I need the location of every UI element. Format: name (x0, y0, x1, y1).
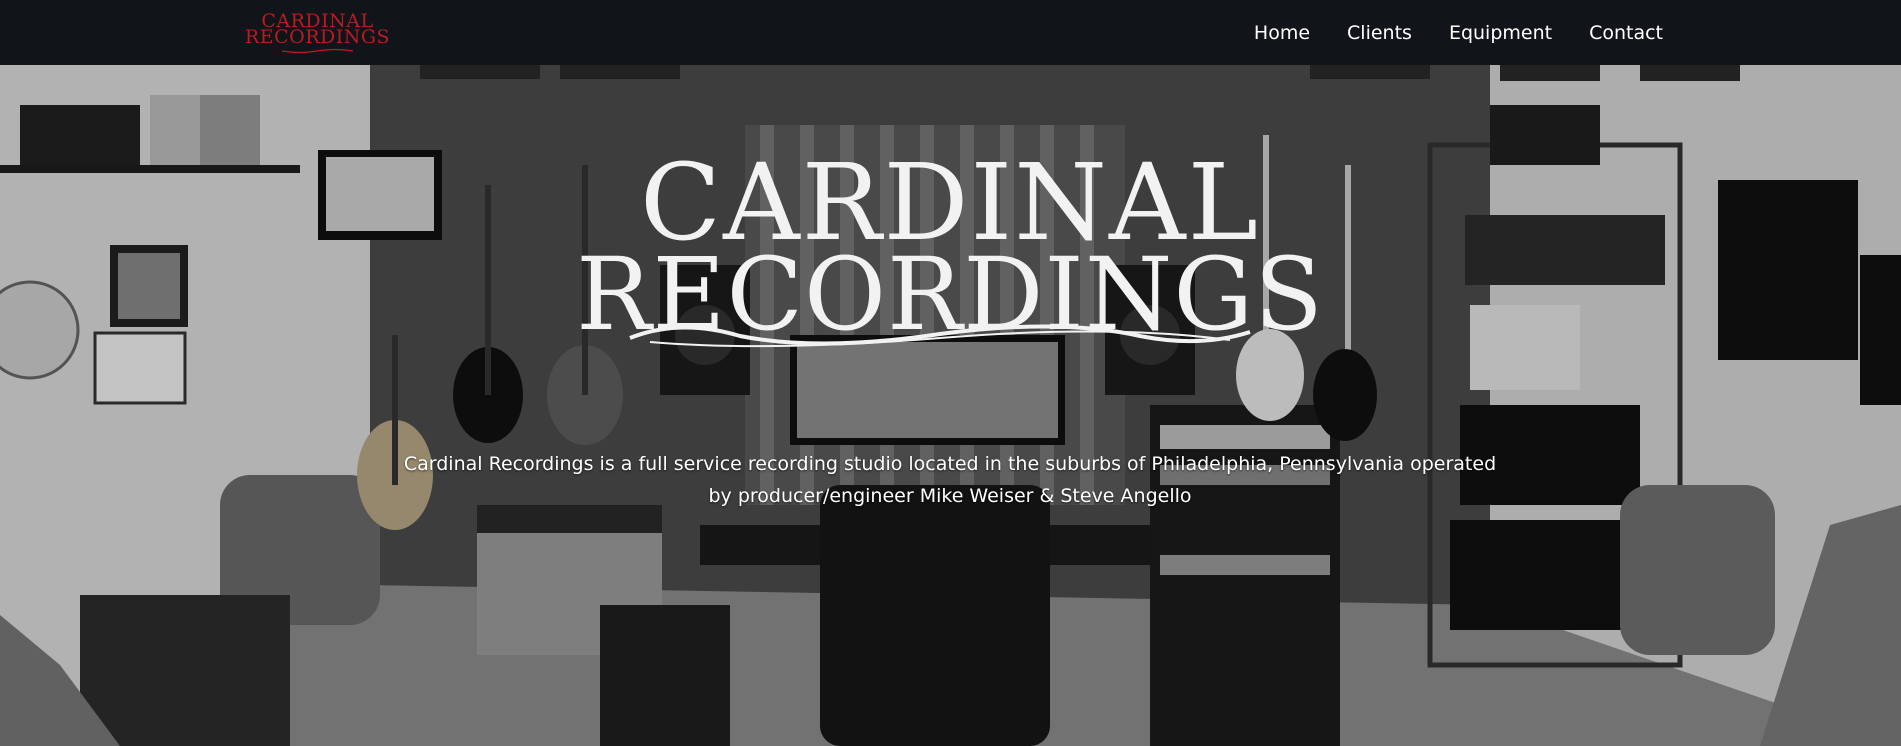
hero-swash-icon (629, 324, 1251, 348)
hero-logo: CARDINAL RECORDINGS (490, 149, 1410, 345)
brand-swash-icon (281, 48, 354, 54)
navbar: CARDINAL RECORDINGS Home Clients Equipme… (0, 0, 1901, 65)
nav-contact[interactable]: Contact (1589, 22, 1663, 44)
nav-home[interactable]: Home (1254, 22, 1310, 44)
brand-logo[interactable]: CARDINAL RECORDINGS (240, 12, 395, 54)
hero-section: CARDINAL RECORDINGS Cardinal Recordings … (0, 65, 1901, 746)
nav-equipment[interactable]: Equipment (1449, 22, 1552, 44)
hero-description: Cardinal Recordings is a full service re… (403, 453, 1497, 507)
nav-clients[interactable]: Clients (1347, 22, 1412, 44)
brand-logo-line2: RECORDINGS (244, 26, 391, 48)
main-nav: Home Clients Equipment Contact (1254, 0, 1663, 65)
